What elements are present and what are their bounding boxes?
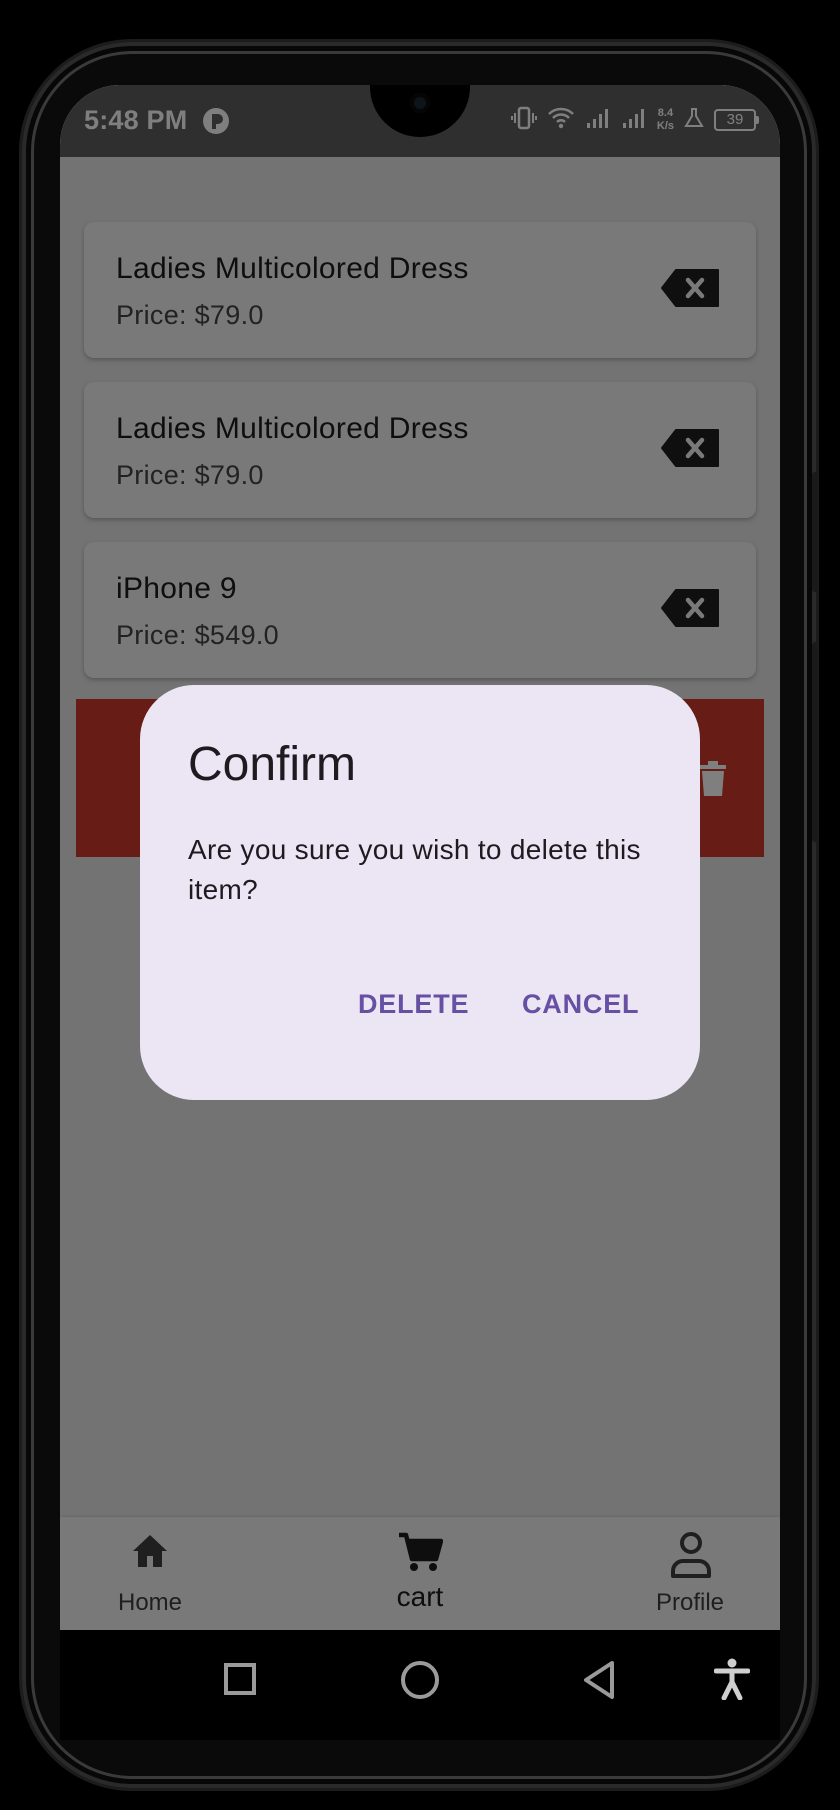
back-icon[interactable] (582, 1660, 616, 1705)
volume-button (812, 472, 818, 592)
power-button (812, 642, 818, 842)
dialog-title: Confirm (188, 738, 357, 791)
dialog-message: Are you sure you wish to delete this ite… (188, 834, 641, 905)
home-circle-icon[interactable] (400, 1660, 440, 1705)
delete-button[interactable]: DELETE (344, 981, 483, 1028)
recent-apps-icon[interactable] (223, 1662, 257, 1701)
accessibility-icon[interactable] (713, 1658, 751, 1705)
confirm-dialog: Confirm Are you sure you wish to delete … (140, 685, 700, 1100)
system-navigation-bar (60, 1630, 780, 1740)
app-screen: 5:48 PM 8.4 K/s 39 (60, 85, 780, 1630)
cancel-button[interactable]: CANCEL (508, 981, 653, 1028)
